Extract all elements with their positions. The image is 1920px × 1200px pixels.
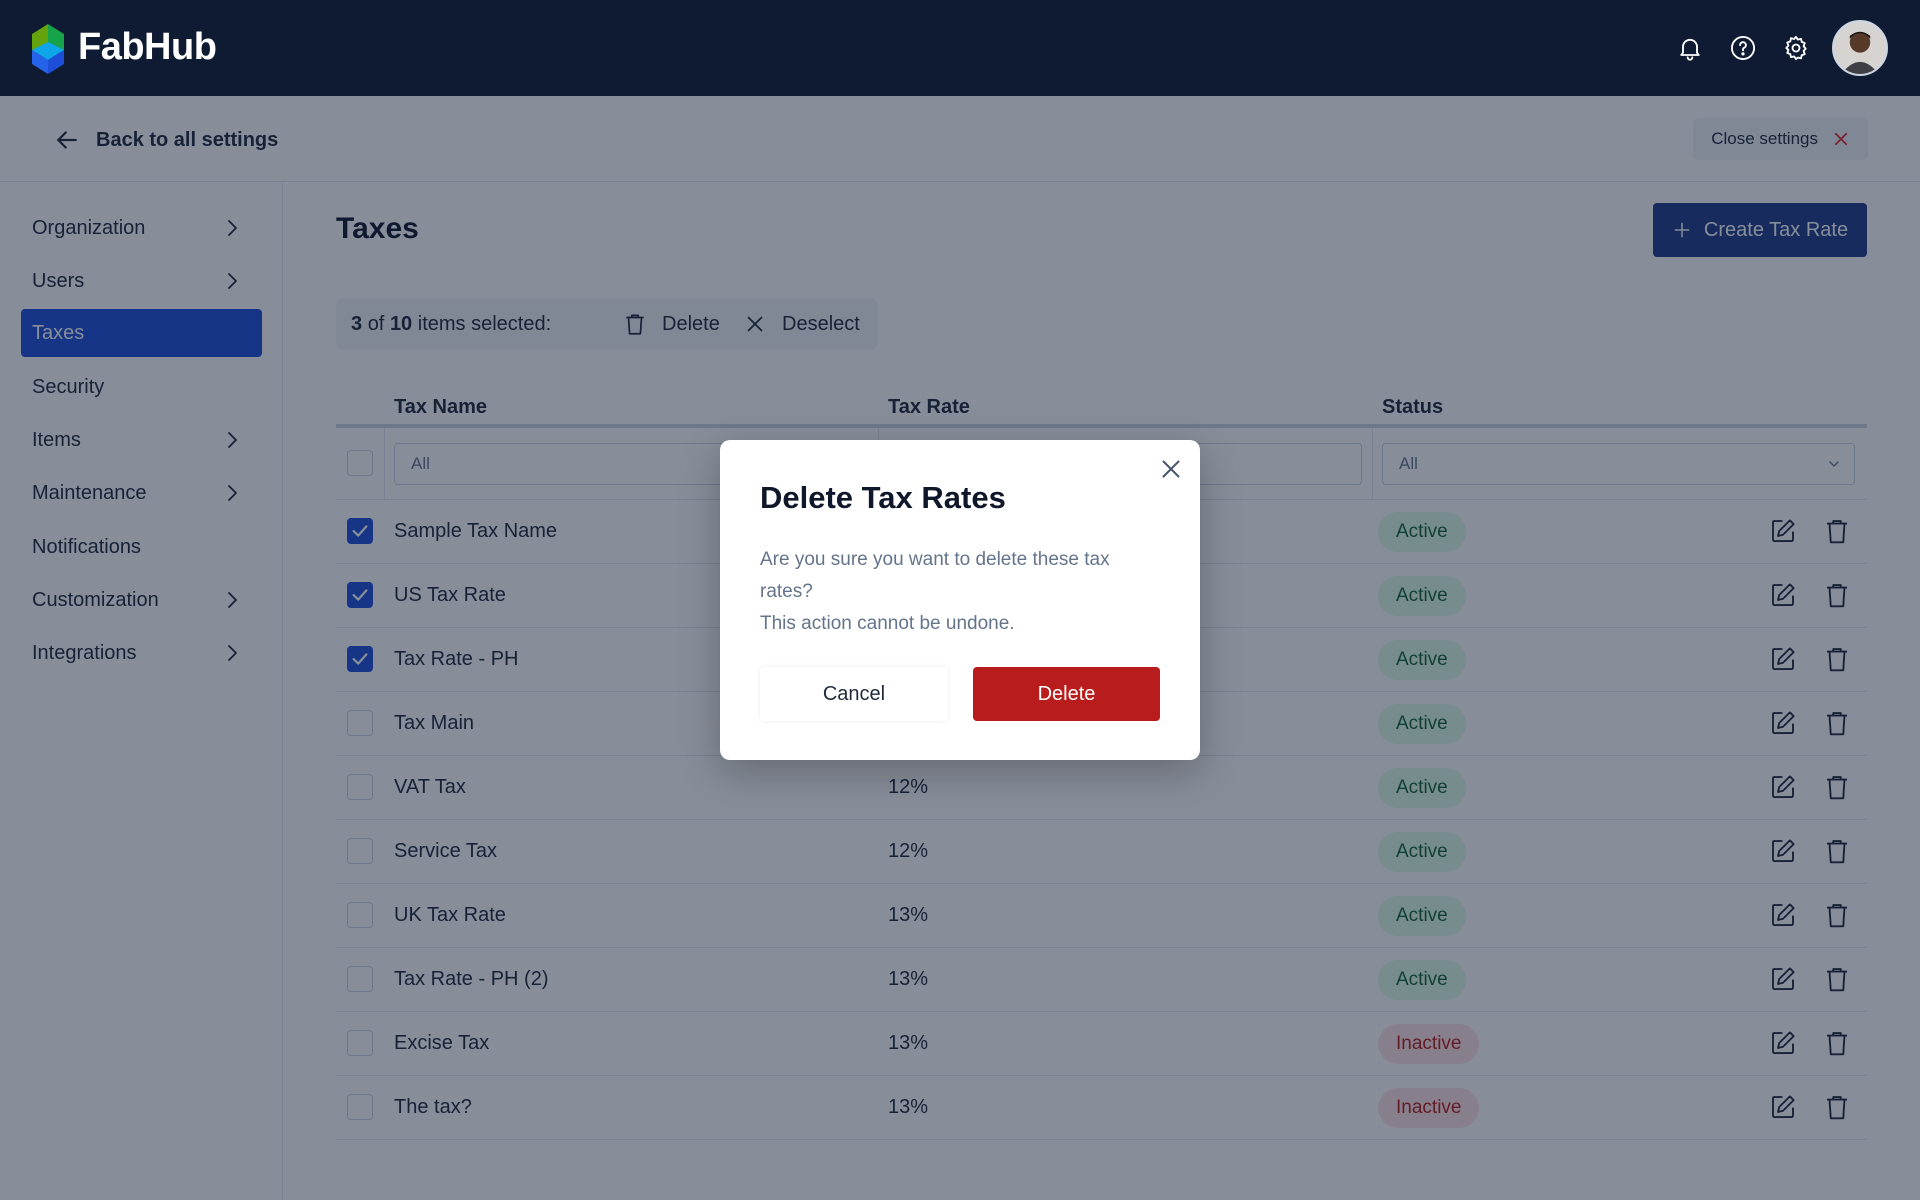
confirm-delete-button[interactable]: Delete xyxy=(973,667,1160,721)
cancel-button[interactable]: Cancel xyxy=(760,667,948,721)
app-name: FabHub xyxy=(78,25,217,68)
app-logo[interactable]: FabHub xyxy=(32,20,217,74)
settings-button[interactable] xyxy=(1769,20,1822,76)
bell-icon xyxy=(1679,38,1700,61)
modal-title: Delete Tax Rates xyxy=(760,480,1006,515)
notifications-button[interactable] xyxy=(1663,20,1716,76)
modal-message: Are you sure you want to delete these ta… xyxy=(760,544,1160,640)
modal-message-line: This action cannot be undone. xyxy=(760,613,1015,634)
modal-message-line: Are you sure you want to delete these ta… xyxy=(760,549,1110,602)
user-avatar[interactable] xyxy=(1832,20,1888,76)
delete-confirmation-dialog: Delete Tax Rates Are you sure you want t… xyxy=(720,440,1200,760)
user-avatar-icon xyxy=(1834,22,1886,74)
help-button[interactable] xyxy=(1716,20,1769,76)
fabhub-logo-icon xyxy=(32,24,64,74)
close-icon xyxy=(1162,460,1180,478)
modal-close-button[interactable] xyxy=(1156,454,1186,484)
top-navbar: FabHub xyxy=(0,0,1920,96)
gear-icon xyxy=(1784,35,1807,61)
help-icon xyxy=(1730,35,1755,61)
